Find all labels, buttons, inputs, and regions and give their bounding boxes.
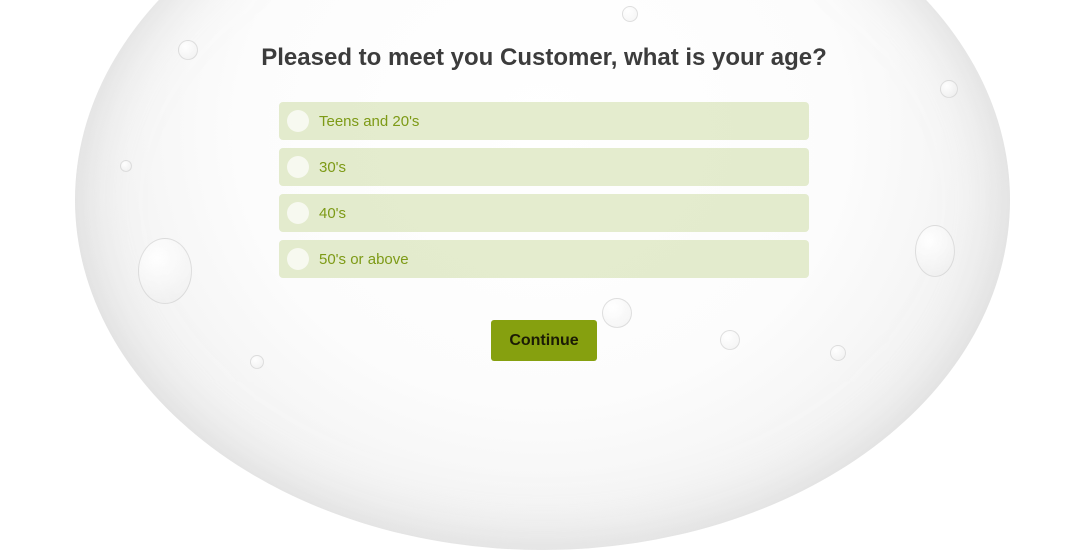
option-label: 50's or above [319,250,409,268]
option-label: 30's [319,158,347,176]
age-survey-panel: Pleased to meet you Customer, what is yo… [0,0,1075,404]
radio-button[interactable] [287,202,309,224]
option-label: Teens and 20's [319,112,420,130]
radio-button[interactable] [287,156,309,178]
age-option-40s[interactable]: 40's [279,194,809,232]
question-title: Pleased to meet you Customer, what is yo… [261,44,827,71]
age-option-30s[interactable]: 30's [279,148,809,186]
age-option-teens-20s[interactable]: Teens and 20's [279,102,809,140]
radio-button[interactable] [287,248,309,270]
radio-button[interactable] [287,110,309,132]
age-options-list: Teens and 20's 30's 40's 50's or above [279,102,809,286]
continue-button[interactable]: Continue [491,320,597,361]
option-label: 40's [319,204,347,222]
age-option-50s-or-above[interactable]: 50's or above [279,240,809,278]
